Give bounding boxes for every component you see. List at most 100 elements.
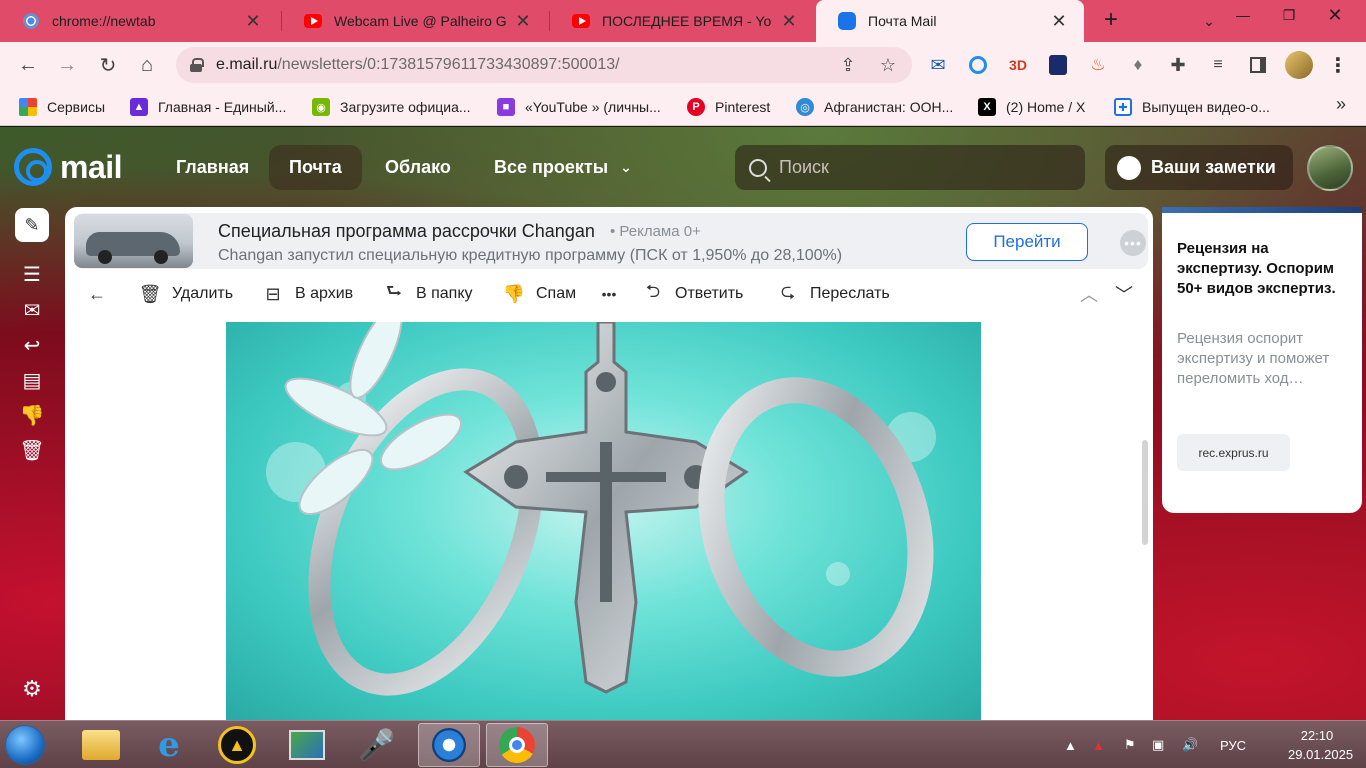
search-input[interactable]: Поиск	[735, 145, 1085, 190]
share-icon[interactable]: ⇪	[836, 53, 860, 77]
previous-message-button[interactable]: ︿	[1077, 281, 1111, 307]
app-tray-icon[interactable]: ▲	[1092, 735, 1105, 755]
address-bar[interactable]: e.mail.ru/newsletters/0:1738157961173343…	[176, 47, 912, 83]
clock[interactable]: 22:10 29.01.2025	[1288, 726, 1353, 764]
jewelry-banner-image[interactable]	[226, 322, 981, 720]
bookmark-label: Загрузите официа...	[340, 99, 471, 115]
tab-newtab[interactable]: chrome://newtab ✕	[0, 0, 278, 42]
ad-cta-button[interactable]: Перейти	[966, 223, 1088, 261]
spam-icon[interactable]: 👎	[18, 401, 46, 429]
reply-button[interactable]: ⮌ Ответить	[641, 281, 744, 307]
bookmark-glavnaya[interactable]: ▲ Главная - Единый...	[130, 96, 286, 118]
forward-button[interactable]: ⮎ Переслать	[776, 281, 890, 307]
ad-banner[interactable]: Специальная программа рассрочки Changan …	[74, 213, 1148, 269]
back-icon[interactable]: ←	[14, 51, 42, 79]
bookmark-services[interactable]: Сервисы	[19, 96, 105, 118]
url-path: /newsletters/0:17381579611733430897:5000…	[277, 56, 620, 73]
nav-mail[interactable]: Почта	[269, 145, 362, 190]
bookmark-video[interactable]: ✚ Выпущен видео-о...	[1114, 96, 1270, 118]
message-actions: ← 🗑 Удалить ⊟ В архив ⮑ В папку 👎 Спам •…	[65, 273, 1153, 315]
chrome-taskbar-button[interactable]	[486, 723, 548, 767]
tab-youtube[interactable]: ПОСЛЕДНЕЕ ВРЕМЯ - YouTu ✕	[550, 0, 814, 42]
media-control-icon[interactable]: ≡	[1206, 53, 1230, 77]
flag-icon[interactable]: ⚑	[1124, 735, 1136, 755]
search-icon	[749, 158, 767, 177]
explorer-taskbar-button[interactable]	[70, 723, 132, 767]
settings-gear-icon[interactable]: ⚙	[20, 676, 44, 701]
home-icon[interactable]: ⌂	[133, 51, 161, 79]
menu-icon[interactable]: ☰	[18, 260, 46, 288]
flame-extension-icon[interactable]: ♨	[1086, 53, 1110, 77]
tab-mail[interactable]: Почта Mail ✕	[816, 0, 1084, 42]
bookmark-nvidia[interactable]: ◉ Загрузите официа...	[312, 96, 471, 118]
microphone-taskbar-button[interactable]: 🎤	[346, 723, 408, 767]
nav-all-projects[interactable]: Все проекты ⌄	[474, 145, 652, 190]
next-message-button[interactable]: ﹀	[1112, 281, 1146, 307]
close-icon[interactable]: ✕	[242, 10, 264, 32]
close-icon[interactable]: ✕	[778, 10, 800, 32]
notes-button[interactable]: Ваши заметки	[1105, 145, 1293, 190]
spam-button[interactable]: 👎 Спам	[502, 281, 576, 307]
reply-icon[interactable]: ↩	[18, 331, 46, 359]
youtube-icon	[572, 12, 590, 30]
ie-taskbar-button[interactable]: e	[138, 723, 200, 767]
tab-webcam[interactable]: Webcam Live @ Palheiro Go ✕	[282, 0, 548, 42]
nav-main[interactable]: Главная	[156, 145, 269, 190]
move-to-folder-button[interactable]: ⮑ В папку	[382, 281, 473, 307]
star-icon[interactable]: ☆	[876, 53, 900, 77]
mail-extension-icon[interactable]: ✉	[926, 53, 950, 77]
back-button[interactable]: ←	[85, 281, 119, 307]
bookmark-icon: ■	[497, 98, 515, 116]
bookmark-youtube-personal[interactable]: ■ «YouTube » (личны...	[497, 96, 661, 118]
lantern-extension-icon[interactable]	[1046, 53, 1070, 77]
bookmarks-more-button[interactable]: »	[1336, 94, 1346, 115]
mail-logo[interactable]: mail	[14, 148, 123, 186]
network-app-taskbar-button[interactable]	[418, 723, 480, 767]
profile-avatar-icon[interactable]	[1285, 51, 1313, 79]
nav-cloud[interactable]: Облако	[365, 145, 471, 190]
newsletter-icon[interactable]: ▤	[18, 366, 46, 394]
bookmark-x[interactable]: X (2) Home / X	[978, 96, 1085, 118]
message-scrollbar[interactable]	[1142, 440, 1148, 545]
promo-link-button[interactable]: rec.exprus.ru	[1177, 434, 1290, 471]
inbox-icon[interactable]: ✉	[18, 296, 46, 324]
app-taskbar-button[interactable]: ▲	[206, 723, 268, 767]
delete-button[interactable]: 🗑 Удалить	[138, 281, 234, 307]
volume-icon[interactable]: 🔊	[1182, 735, 1198, 755]
photo-viewer-taskbar-button[interactable]	[276, 723, 338, 767]
compose-button[interactable]: ✎	[15, 208, 49, 242]
start-button[interactable]	[5, 725, 45, 765]
new-tab-button[interactable]: +	[1098, 8, 1124, 34]
side-panel-icon[interactable]	[1246, 53, 1270, 77]
more-dots-icon[interactable]: •••	[1120, 230, 1146, 256]
trash-icon[interactable]: 🗑	[18, 436, 46, 464]
network-icon[interactable]: ▣	[1152, 735, 1164, 755]
side-ad[interactable]: Рецензия на экспертизу. Оспорим 50+ видо…	[1162, 207, 1362, 513]
photo-gallery-icon	[289, 730, 325, 760]
language-indicator[interactable]: РУС	[1220, 735, 1246, 755]
3d-extension-icon[interactable]: 3D	[1006, 53, 1030, 77]
close-icon[interactable]: ✕	[512, 10, 534, 32]
circle-extension-icon[interactable]	[966, 53, 990, 77]
bookmark-pinterest[interactable]: P Pinterest	[687, 96, 770, 118]
close-icon[interactable]: ✕	[1048, 10, 1070, 32]
restore-icon[interactable]: ❐	[1266, 0, 1312, 30]
reload-icon[interactable]: ↻	[94, 51, 122, 79]
bookmark-un[interactable]: ◎ Афганистан: ООН...	[796, 96, 953, 118]
forward-icon[interactable]: →	[53, 51, 81, 79]
minimize-icon[interactable]: —	[1220, 0, 1266, 30]
ad-description: Changan запустил специальную кредитную п…	[218, 247, 843, 264]
more-actions-button[interactable]: •••	[597, 281, 631, 307]
avatar[interactable]	[1307, 145, 1353, 191]
drop-extension-icon[interactable]: ♦	[1126, 53, 1150, 77]
chrome-icon	[22, 12, 40, 30]
promo-image-strip	[1162, 207, 1362, 213]
network-app-icon	[432, 728, 466, 762]
archive-button[interactable]: ⊟ В архив	[261, 281, 353, 307]
puzzle-icon[interactable]: ✚	[1166, 53, 1190, 77]
show-hidden-icons-button[interactable]: ▲	[1064, 735, 1077, 755]
x-icon: X	[978, 98, 996, 116]
close-window-icon[interactable]: ✕	[1312, 0, 1358, 30]
url-host: e.mail.ru	[216, 56, 278, 73]
menu-dots-icon[interactable]: ⋮	[1326, 53, 1350, 77]
